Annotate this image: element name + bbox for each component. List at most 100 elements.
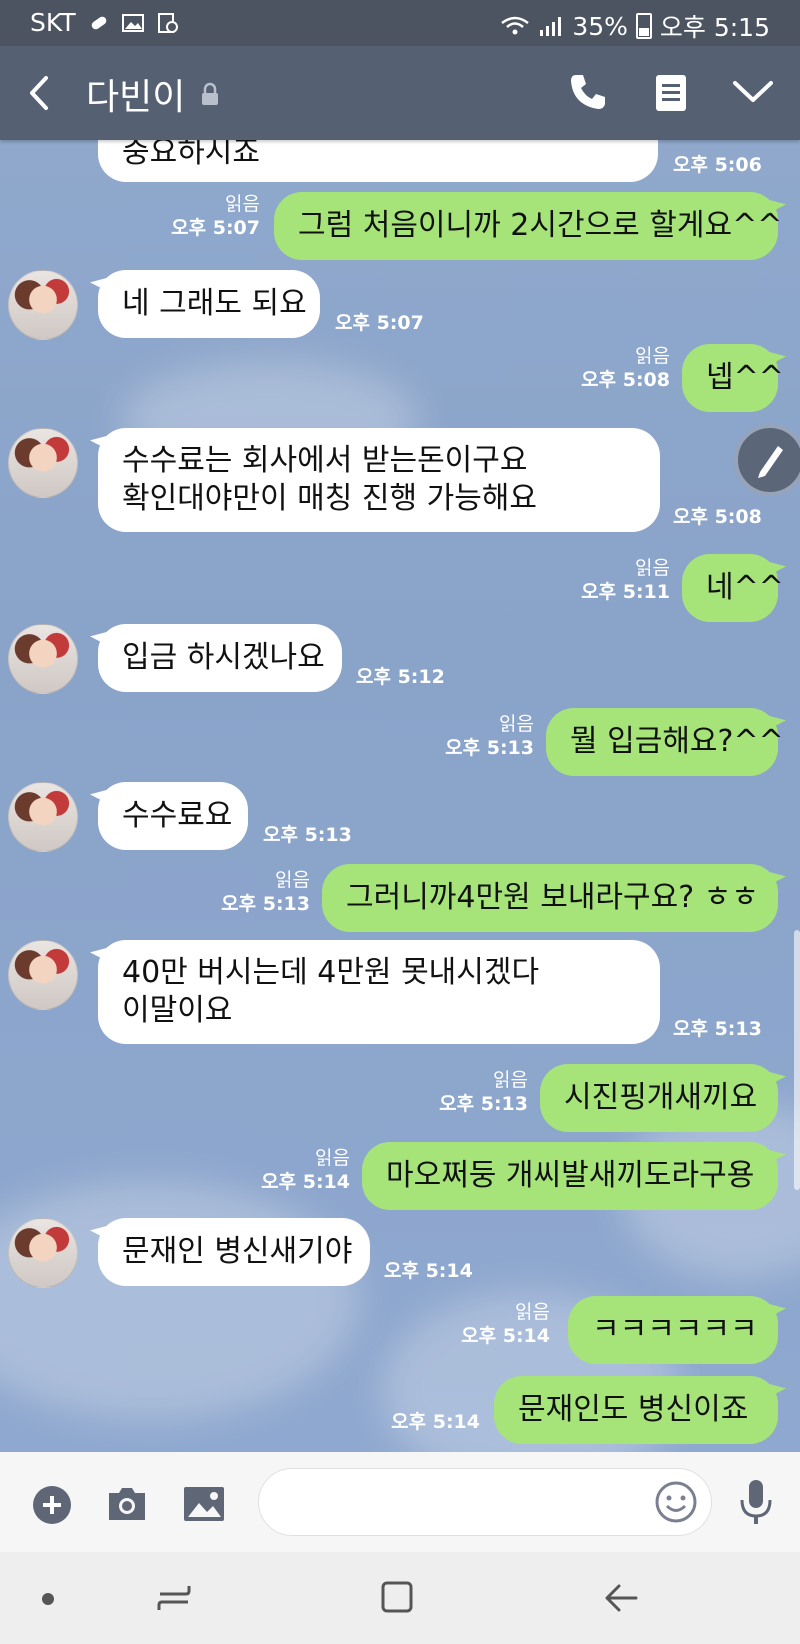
message-outgoing: 뭘 입금해요?^^	[546, 708, 784, 776]
background-cloud	[0, 1180, 360, 1420]
message-text: 넵^^	[706, 360, 784, 395]
message-text: 입금 하시겠나요	[122, 640, 325, 675]
system-nav-bar	[0, 1552, 800, 1644]
chat-area[interactable]: 중요하시죠 오후 5:06 읽음 오후 5:07 그럼 처음이니까 2시간으로 …	[0, 140, 800, 1452]
chat-header: 다빈이	[0, 46, 800, 140]
home-icon[interactable]	[380, 1580, 414, 1614]
image-icon[interactable]	[182, 1485, 226, 1523]
battery-percent: 35%	[572, 11, 628, 41]
message-time: 오후 5:14	[391, 1411, 480, 1433]
camera-icon[interactable]	[106, 1485, 148, 1523]
message-time: 오후 5:14	[384, 1260, 473, 1282]
message-text: 그러니까4만원 보내라구요? ㅎㅎ	[346, 880, 759, 915]
message-time: 오후 5:14	[461, 1325, 550, 1347]
message-outgoing: 그럼 처음이니까 2시간으로 할게요^^	[274, 192, 782, 260]
message-outgoing: 네^^	[682, 554, 784, 622]
message-time: 오후 5:08	[673, 506, 762, 528]
read-receipt: 읽음	[275, 869, 310, 891]
message-text: 문재인도 병신이죠	[518, 1392, 749, 1427]
message-meta: 오후 5:14	[370, 1410, 480, 1434]
message-meta: 읽음 오후 5:14	[440, 1300, 550, 1348]
message-incoming: 중요하시죠	[98, 140, 658, 182]
carrier-label: SKT	[30, 8, 76, 37]
message-input[interactable]	[258, 1468, 712, 1536]
message-time: 오후 5:08	[581, 369, 670, 391]
message-text: 수수료요	[122, 798, 233, 833]
message-meta: 읽음 오후 5:07	[150, 192, 260, 240]
message-text: 중요하시죠	[122, 140, 260, 170]
read-receipt: 읽음	[635, 557, 670, 579]
message-time: 오후 5:07	[171, 217, 260, 239]
message-meta: 읽음 오후 5:11	[560, 556, 670, 604]
clipboard-icon	[157, 12, 178, 33]
message-outgoing: 넵^^	[682, 344, 784, 412]
message-text: 마오쩌둥 개씨발새끼도라구용	[386, 1158, 755, 1193]
nav-dot-icon[interactable]	[42, 1593, 54, 1605]
message-incoming: 입금 하시겠나요	[98, 624, 342, 692]
message-outgoing: ㅋㅋㅋㅋㅋㅋ	[568, 1296, 778, 1364]
clock: 오후 5:15	[659, 13, 770, 42]
read-receipt: 읽음	[635, 345, 670, 367]
message-text-line: 이말이요	[122, 993, 233, 1028]
input-bar	[0, 1452, 800, 1552]
message-text: 뭘 입금해요?^^	[570, 724, 784, 759]
gallery-icon	[121, 13, 144, 32]
read-receipt: 읽음	[225, 193, 260, 215]
avatar[interactable]	[8, 1218, 78, 1288]
read-receipt: 읽음	[315, 1147, 350, 1169]
back-icon[interactable]	[603, 1582, 639, 1614]
lock-icon	[202, 82, 218, 105]
chat-title: 다빈이	[86, 77, 186, 118]
message-text: ㅋㅋㅋㅋㅋㅋ	[592, 1312, 758, 1347]
back-arrow-icon[interactable]	[24, 74, 54, 112]
message-incoming: 수수료요	[98, 782, 248, 850]
scrollbar[interactable]	[794, 930, 800, 1190]
message-text-line: 확인대야만이 매칭 진행 가능해요	[122, 481, 538, 516]
message-text: 네^^	[706, 570, 784, 605]
message-text: 그럼 처음이니까 2시간으로 할게요^^	[298, 208, 783, 243]
battery-icon	[635, 13, 652, 39]
edit-button[interactable]	[734, 424, 800, 496]
message-time: 오후 5:13	[439, 1093, 528, 1115]
signal-icon	[540, 17, 562, 36]
avatar[interactable]	[8, 270, 78, 340]
message-time: 오후 5:07	[335, 312, 424, 334]
message-time: 오후 5:11	[581, 581, 670, 603]
menu-icon[interactable]	[655, 74, 687, 112]
avatar[interactable]	[8, 940, 78, 1010]
message-incoming: 문재인 병신새기야	[98, 1218, 370, 1286]
message-time: 오후 5:13	[263, 824, 352, 846]
microphone-icon[interactable]	[736, 1478, 776, 1528]
message-meta: 읽음 오후 5:14	[240, 1146, 350, 1194]
message-meta: 읽음 오후 5:13	[424, 712, 534, 760]
avatar[interactable]	[8, 428, 78, 498]
read-receipt: 읽음	[493, 1069, 528, 1091]
avatar[interactable]	[8, 624, 78, 694]
message-outgoing: 문재인도 병신이죠	[494, 1376, 778, 1444]
chevron-down-icon[interactable]	[732, 78, 774, 106]
wifi-icon	[501, 16, 530, 35]
message-incoming: 네 그래도 되요	[98, 270, 320, 338]
message-meta: 읽음 오후 5:13	[418, 1068, 528, 1116]
plus-icon[interactable]	[32, 1485, 72, 1525]
phone-icon[interactable]	[568, 72, 608, 112]
message-time: 오후 5:12	[356, 666, 445, 688]
message-time: 오후 5:14	[261, 1171, 350, 1193]
message-time: 오후 5:13	[673, 1018, 762, 1040]
message-outgoing: 그러니까4만원 보내라구요? ㅎㅎ	[322, 864, 778, 932]
message-outgoing: 마오쩌둥 개씨발새끼도라구용	[362, 1142, 778, 1210]
message-text: 네 그래도 되요	[122, 286, 307, 321]
message-meta: 읽음 오후 5:08	[560, 344, 670, 392]
avatar[interactable]	[8, 782, 78, 852]
message-incoming: 수수료는 회사에서 받는돈이구요 확인대야만이 매칭 진행 가능해요	[98, 428, 660, 532]
message-time: 오후 5:13	[445, 737, 534, 759]
message-text-line: 수수료는 회사에서 받는돈이구요	[122, 443, 528, 478]
message-meta: 읽음 오후 5:13	[200, 868, 310, 916]
message-time: 오후 5:13	[221, 893, 310, 915]
pill-icon	[91, 16, 106, 29]
message-incoming: 40만 버시는데 4만원 못내시겠다 이말이요	[98, 940, 660, 1044]
read-receipt: 읽음	[515, 1301, 550, 1323]
recent-apps-icon[interactable]	[156, 1580, 192, 1616]
emoji-icon[interactable]	[654, 1480, 698, 1524]
message-text: 시진핑개새끼요	[564, 1080, 758, 1115]
